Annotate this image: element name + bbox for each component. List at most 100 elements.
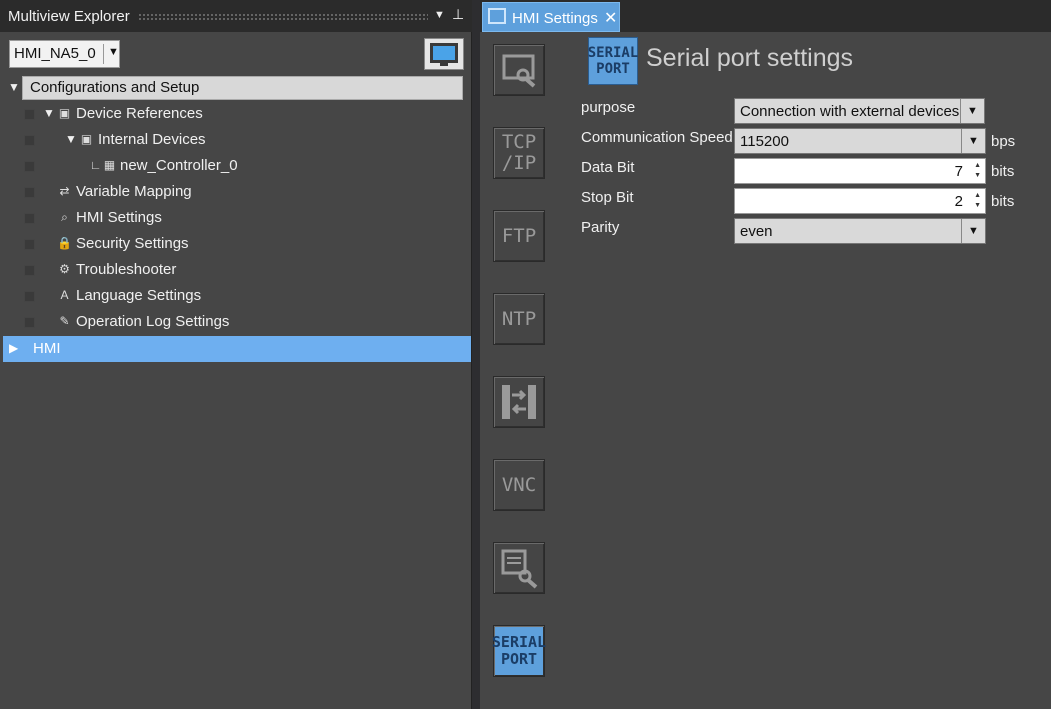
tree-checkbox[interactable] <box>24 317 35 328</box>
speed-unit: bps <box>991 133 1016 150</box>
chevron-down-icon[interactable]: ▼ <box>961 129 985 153</box>
expand-triangle-icon[interactable]: ▼ <box>8 80 20 94</box>
variable-mapping-icon: ⇄ <box>59 184 70 198</box>
category-ftp-button[interactable]: FTP <box>493 210 545 262</box>
tree-checkbox[interactable] <box>24 291 35 302</box>
tree-checkbox[interactable] <box>24 161 35 172</box>
purpose-select[interactable]: Connection with external devices ▼ <box>734 98 985 124</box>
serial-port-icon: SERIAL PORT <box>491 633 547 668</box>
chevron-down-icon[interactable]: ▼ <box>961 219 985 243</box>
tree-item-controller[interactable]: ∟ ▦ new_Controller_0 <box>0 153 471 179</box>
stop-bit-value: 2 <box>954 193 963 210</box>
tree-item-label: Troubleshooter <box>76 261 177 278</box>
tree-item-label: Configurations and Setup <box>30 79 200 96</box>
stop-bit-stepper[interactable]: 2 ▲ ▼ <box>734 188 986 214</box>
device-select-value: HMI_NA5_0 <box>14 45 96 62</box>
troubleshooter-icon: ⚙ <box>59 262 70 276</box>
settings-category-rail: TCP /IP FTP NTP VNC SERIAL PORT <box>480 32 566 709</box>
pin-icon[interactable]: ⊥ <box>452 6 464 23</box>
decrement-icon[interactable]: ▼ <box>974 172 981 179</box>
expand-triangle-icon[interactable]: ▶ <box>9 341 18 355</box>
language-icon: A <box>60 288 69 302</box>
transfer-arrows-icon <box>502 385 536 419</box>
monitor-icon <box>430 43 458 66</box>
tree-item-label: Language Settings <box>76 287 202 304</box>
hmi-settings-icon <box>488 8 506 24</box>
stop-bit-label: Stop Bit <box>581 189 634 206</box>
tree-checkbox[interactable] <box>24 239 35 250</box>
category-ntp-button[interactable]: NTP <box>493 293 545 345</box>
tree-item-hmi-settings[interactable]: ⌕ HMI Settings <box>0 205 471 231</box>
increment-icon[interactable]: ▲ <box>974 162 981 169</box>
chevron-down-icon[interactable]: ▼ <box>960 99 984 123</box>
operation-log-icon: ✎ <box>59 314 70 328</box>
tree-checkbox[interactable] <box>24 135 35 146</box>
hmi-settings-editor: HMI Settings ✕ TCP /IP FTP NTP VNC SERIA… <box>480 0 1051 709</box>
category-tcpip-button[interactable]: TCP /IP <box>493 127 545 179</box>
tree-item-label: Variable Mapping <box>76 183 192 200</box>
tab-strip: HMI Settings ✕ <box>480 0 1051 32</box>
category-data-transfer-button[interactable] <box>493 376 545 428</box>
ftp-icon: FTP <box>501 224 537 247</box>
tree-item-operation-log[interactable]: ✎ Operation Log Settings <box>0 309 471 335</box>
tab-hmi-settings[interactable]: HMI Settings ✕ <box>482 2 620 32</box>
tree-item-device-references[interactable]: ▼ ▣ Device References <box>0 101 471 127</box>
tree-item-label: Operation Log Settings <box>76 313 230 330</box>
tree-item-language-settings[interactable]: A Language Settings <box>0 283 471 309</box>
tree-checkbox[interactable] <box>24 109 35 120</box>
close-icon[interactable]: ✕ <box>604 8 617 28</box>
tree-item-hmi[interactable]: ▶ HMI <box>3 336 471 362</box>
tree-item-label: Device References <box>76 105 203 122</box>
tcpip-icon: TCP /IP <box>501 131 537 174</box>
tree-item-troubleshooter[interactable]: ⚙ Troubleshooter <box>0 257 471 283</box>
title-grip[interactable] <box>138 13 428 20</box>
serial-port-icon: SERIAL PORT <box>587 45 639 77</box>
parity-value: even <box>740 223 773 240</box>
purpose-label: purpose <box>581 99 636 116</box>
category-vnc-button[interactable]: VNC <box>493 459 545 511</box>
purpose-value: Connection with external devices <box>740 103 960 120</box>
parity-label: Parity <box>581 219 620 236</box>
communication-speed-select[interactable]: 115200 ▼ <box>734 128 986 154</box>
parity-select[interactable]: even ▼ <box>734 218 986 244</box>
dropdown-arrow-icon[interactable]: ▼ <box>434 9 445 21</box>
decrement-icon[interactable]: ▼ <box>974 202 981 209</box>
device-monitor-button[interactable] <box>424 38 464 70</box>
vnc-icon: VNC <box>501 473 537 496</box>
communication-speed-label: Communication Speed <box>581 129 733 146</box>
device-select-separator <box>103 44 104 64</box>
hmi-settings-icon: ⌕ <box>61 210 68 224</box>
category-maintenance-button[interactable] <box>493 542 545 594</box>
expand-triangle-icon[interactable]: ▼ <box>65 132 77 146</box>
tree-checkbox[interactable] <box>24 213 35 224</box>
category-serial-port-button[interactable]: SERIAL PORT <box>491 625 547 677</box>
tree-item-variable-mapping[interactable]: ⇄ Variable Mapping <box>0 179 471 205</box>
communication-speed-value: 115200 <box>740 133 789 150</box>
tree-item-label: HMI Settings <box>76 209 162 226</box>
expand-triangle-icon[interactable]: ▼ <box>43 106 55 120</box>
device-select[interactable]: HMI_NA5_0 ▼ <box>9 40 120 68</box>
multiview-explorer-panel: Multiview Explorer ▼ ⊥ HMI_NA5_0 ▼ ▼ Con… <box>0 0 472 709</box>
tab-label: HMI Settings <box>512 10 598 27</box>
maintenance-icon <box>501 549 538 589</box>
explorer-title: Multiview Explorer <box>8 8 130 25</box>
tree-branch-icon: ∟ <box>89 158 102 172</box>
tree-item-label: Security Settings <box>76 235 189 252</box>
display-settings-icon <box>502 54 536 88</box>
panel-title: Serial port settings <box>646 44 854 72</box>
tree-checkbox[interactable] <box>24 187 35 198</box>
data-bit-stepper[interactable]: 7 ▲ ▼ <box>734 158 986 184</box>
tree-item-internal-devices[interactable]: ▼ ▣ Internal Devices <box>0 127 471 153</box>
controller-icon: ▦ <box>103 158 116 172</box>
data-bit-value: 7 <box>954 163 963 180</box>
tree-checkbox[interactable] <box>24 265 35 276</box>
chevron-down-icon[interactable]: ▼ <box>108 46 119 58</box>
tree-item-label: Internal Devices <box>98 131 206 148</box>
tree-item-label: new_Controller_0 <box>120 157 238 174</box>
increment-icon[interactable]: ▲ <box>974 192 981 199</box>
tree-item-security-settings[interactable]: 🔒 Security Settings <box>0 231 471 257</box>
category-display-settings-button[interactable] <box>493 44 545 96</box>
tree-item-config[interactable]: ▼ Configurations and Setup <box>0 75 471 101</box>
tree-item-label: HMI <box>33 340 61 357</box>
data-bit-unit: bits <box>991 163 1015 180</box>
